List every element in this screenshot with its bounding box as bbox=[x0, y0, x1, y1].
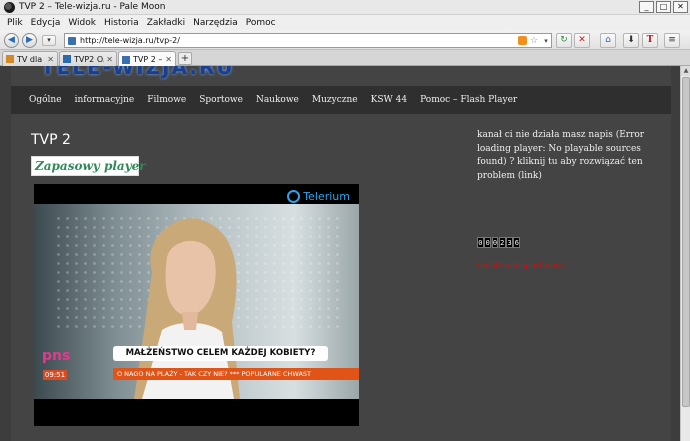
address-bar[interactable]: http://tele-wizja.ru/tvp-2/ ☆ ▾ bbox=[64, 33, 552, 48]
pale-moon-icon bbox=[4, 1, 15, 13]
scrollbar-thumb[interactable] bbox=[682, 77, 690, 407]
bookmark-star-icon[interactable]: ☆ bbox=[529, 36, 539, 46]
rss-feed-icon[interactable] bbox=[518, 36, 527, 45]
window-title: TVP 2 – Tele-wizja.ru - Pale Moon bbox=[19, 2, 166, 12]
page-title: TVP 2 bbox=[31, 132, 71, 148]
channel-logo: pns bbox=[42, 348, 71, 364]
tab-close-icon[interactable]: ✕ bbox=[106, 55, 113, 64]
menu-help[interactable]: Pomoc bbox=[242, 18, 280, 28]
reload-button[interactable]: ↻ bbox=[556, 33, 572, 48]
menu-edit[interactable]: Edycja bbox=[27, 18, 65, 28]
tab-tvp2-active[interactable]: TVP 2 – ... ✕ bbox=[118, 51, 176, 67]
tab-favicon-icon bbox=[6, 55, 14, 63]
tab-label: TVP 2 – ... bbox=[133, 55, 163, 64]
nav-link-sportowe[interactable]: Sportowe bbox=[199, 95, 243, 105]
url-dropdown-icon[interactable]: ▾ bbox=[541, 37, 551, 45]
video-player[interactable]: Telerium pns 09:51 MAŁŻEŃSTWO CELEM KAŻD… bbox=[34, 184, 359, 426]
backup-player-button[interactable]: Zapasowy player bbox=[31, 156, 146, 176]
download-button[interactable]: ⬇ bbox=[623, 33, 639, 48]
counter-digit: 0 bbox=[484, 237, 492, 248]
back-button[interactable]: ◀ bbox=[4, 33, 19, 48]
nav-link-ksw44[interactable]: KSW 44 bbox=[371, 95, 407, 105]
nav-link-informacyjne[interactable]: informacyjne bbox=[75, 95, 135, 105]
new-tab-button[interactable]: + bbox=[178, 52, 192, 65]
navigation-toolbar: ◀ ▶ ▾ http://tele-wizja.ru/tvp-2/ ☆ ▾ ↻ … bbox=[0, 30, 690, 50]
backup-player-label: Zapasowy player bbox=[35, 159, 146, 173]
tab-favicon-icon bbox=[63, 55, 71, 63]
tab-favicon-icon bbox=[122, 55, 130, 64]
tab-close-icon[interactable]: ✕ bbox=[165, 55, 172, 64]
scroll-up-arrow-icon[interactable]: ▲ bbox=[681, 66, 690, 76]
menu-file[interactable]: Plik bbox=[3, 18, 27, 28]
menu-bookmarks[interactable]: Zakładki bbox=[143, 18, 189, 28]
nav-link-naukowe[interactable]: Naukowe bbox=[256, 95, 299, 105]
telerium-ring-icon bbox=[287, 190, 301, 203]
vertical-scrollbar[interactable]: ▲ bbox=[680, 66, 690, 441]
redstreamsport-link[interactable]: redstreamsport.com bbox=[477, 261, 563, 271]
url-text[interactable]: http://tele-wizja.ru/tvp-2/ bbox=[80, 36, 518, 45]
translate-button[interactable]: T bbox=[642, 33, 658, 48]
stop-button[interactable]: ✕ bbox=[574, 33, 590, 48]
site-container: TELE-WIZJA.RU Ogólne informacyjne Filmow… bbox=[11, 66, 671, 441]
telerium-brand: Telerium bbox=[303, 190, 350, 203]
home-button[interactable]: ⌂ bbox=[600, 33, 616, 48]
menu-view[interactable]: Widok bbox=[64, 18, 100, 28]
site-navigation: Ogólne informacyjne Filmowe Sportowe Nau… bbox=[11, 86, 671, 114]
counter-digit: 3 bbox=[506, 237, 513, 248]
minimize-button[interactable]: _ bbox=[639, 1, 654, 13]
broadcast-headline: MAŁŻEŃSTWO CELEM KAŻDEJ KOBIETY? bbox=[113, 346, 328, 361]
nav-link-ogolne[interactable]: Ogólne bbox=[29, 95, 62, 105]
window-titlebar: TVP 2 – Tele-wizja.ru - Pale Moon _ □ ✕ bbox=[0, 0, 690, 15]
menu-history[interactable]: Historia bbox=[100, 18, 143, 28]
tab-label: TV dla P... bbox=[17, 54, 45, 64]
error-help-note[interactable]: kanał ci nie działa masz napis (Error lo… bbox=[477, 129, 657, 183]
site-logo[interactable]: TELE-WIZJA.RU bbox=[41, 66, 301, 77]
tab-tvp2-online[interactable]: TVP2 O... ✕ bbox=[59, 51, 117, 66]
tab-tv-dla-polonii[interactable]: TV dla P... ✕ bbox=[2, 51, 58, 66]
site-identity-icon[interactable] bbox=[68, 36, 76, 45]
nav-link-muzyczne[interactable]: Muzyczne bbox=[312, 95, 358, 105]
app-menu-button[interactable]: ≡ bbox=[664, 33, 680, 48]
tab-bar: TV dla P... ✕ TVP2 O... ✕ TVP 2 – ... ✕ … bbox=[0, 50, 690, 67]
history-dropdown-icon[interactable]: ▾ bbox=[42, 35, 56, 46]
maximize-button[interactable]: □ bbox=[656, 1, 671, 13]
telerium-logo: Telerium bbox=[287, 190, 350, 203]
counter-digit: 2 bbox=[498, 237, 506, 248]
close-button[interactable]: ✕ bbox=[673, 1, 688, 13]
counter-digit: 0 bbox=[477, 237, 484, 248]
counter-digit: 6 bbox=[513, 237, 521, 248]
nav-link-flash-help[interactable]: Pomoc – Flash Player bbox=[420, 95, 517, 105]
menu-bar: Plik Edycja Widok Historia Zakładki Narz… bbox=[0, 15, 690, 30]
nav-link-filmowe[interactable]: Filmowe bbox=[147, 95, 186, 105]
visit-counter: 0 0 0 2 3 6 bbox=[477, 237, 521, 248]
forward-button[interactable]: ▶ bbox=[22, 33, 37, 48]
tab-label: TVP2 O... bbox=[74, 54, 104, 64]
tab-close-icon[interactable]: ✕ bbox=[47, 55, 54, 64]
menu-tools[interactable]: Narzędzia bbox=[189, 18, 242, 28]
page-viewport: TELE-WIZJA.RU Ogólne informacyjne Filmow… bbox=[0, 66, 680, 441]
counter-digit: 0 bbox=[491, 237, 499, 248]
broadcast-time: 09:51 bbox=[43, 370, 67, 380]
news-ticker: O NAGO NA PLAŻY - TAK CZY NIE? *** POPUL… bbox=[113, 368, 359, 380]
